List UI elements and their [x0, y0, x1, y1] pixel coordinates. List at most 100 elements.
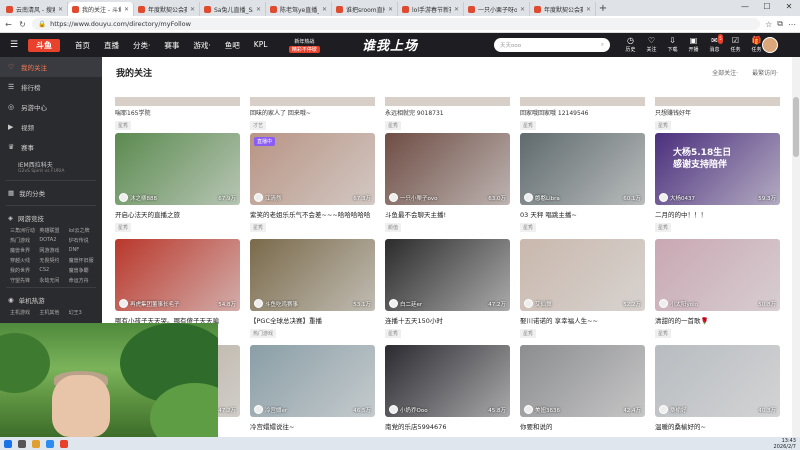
stream-card[interactable]: 回味的家人了 回来哦~ 才艺: [250, 97, 375, 130]
nav-item[interactable]: KPL: [247, 40, 275, 51]
browser-tab[interactable]: 我的关注 - 斗鱼 ✕: [68, 2, 134, 16]
stream-card[interactable]: 直播中 江清然 67.3万 紫笑的老姐乐乐气不会差~~~哈哈哈哈哈 星秀: [250, 133, 375, 239]
stream-thumbnail[interactable]: [655, 97, 780, 106]
category-tag[interactable]: 星秀: [250, 223, 267, 232]
extensions-icon[interactable]: ⧉: [777, 19, 783, 29]
nav-item[interactable]: 鱼吧: [218, 40, 247, 51]
sidebar-item[interactable]: ▶ 视频: [0, 117, 102, 137]
sidebar-section-section2[interactable]: ◈ 网游竞技: [0, 209, 102, 227]
game-category-link[interactable]: 幻王3: [69, 309, 96, 316]
game-category-link[interactable]: 魔兽世界: [10, 247, 37, 254]
game-category-link[interactable]: 主机其他: [39, 309, 66, 316]
url-field[interactable]: 🔒 https://www.douyu.com/directory/myFoll…: [32, 18, 761, 30]
browser-tab[interactable]: 云南清风 - 搜索 ✕: [2, 2, 68, 16]
category-tag[interactable]: 热门游戏: [250, 329, 277, 338]
stream-card[interactable]: 斗鱼吃鸡赛事 53.1万 【PGC全球总决赛】重播 热门游戏: [250, 239, 375, 345]
stream-thumbnail[interactable]: 沐之柳888 67.9万: [115, 133, 240, 205]
category-tag[interactable]: 星秀: [115, 121, 132, 130]
tab-close-icon[interactable]: ✕: [190, 6, 195, 13]
sidebar-section-section3[interactable]: ◉ 单机热游: [0, 291, 102, 309]
game-category-link[interactable]: 穿越火线: [10, 257, 37, 264]
game-category-link[interactable]: lol云之牌: [69, 227, 96, 234]
close-icon[interactable]: ✕: [778, 0, 800, 14]
game-category-link[interactable]: DOTA2: [39, 237, 66, 244]
browser-tab[interactable]: Sa兔儿直播_Sa兔...✕: [200, 2, 266, 16]
stream-card[interactable]: 冷宫嬛er 46.5万 冷宫嬛嬛说往~: [250, 345, 375, 437]
stream-card[interactable]: 只想赚钱好年 星秀: [655, 97, 780, 130]
stream-thumbnail[interactable]: 再虎集团董事长毛子 54.8万: [115, 239, 240, 311]
stream-thumbnail[interactable]: 艾仙舞 52.2万: [520, 239, 645, 311]
search-icon[interactable]: [18, 439, 26, 448]
stream-card[interactable]: 小太阳yolo 50.8万 清甜的的一首歌🌹 星秀: [655, 239, 780, 345]
stream-card[interactable]: 桑榆好 40.3万 温暖的桑榆好的~: [655, 345, 780, 437]
stream-card[interactable]: 美妞3636 42.4万 你要和说的: [520, 345, 645, 437]
category-tag[interactable]: 星秀: [520, 329, 537, 338]
stream-thumbnail[interactable]: 憨憨Libra 60.1万: [520, 133, 645, 205]
tab-close-icon[interactable]: ✕: [58, 6, 63, 13]
game-category-link[interactable]: DNF: [69, 247, 96, 254]
nav-item[interactable]: 首页: [68, 40, 97, 51]
category-tag[interactable]: 星秀: [520, 223, 537, 232]
stream-thumbnail[interactable]: 美妞3636 42.4万: [520, 345, 645, 417]
game-category-link[interactable]: 魔兽争霸: [69, 267, 96, 274]
category-tag[interactable]: 星秀: [520, 121, 537, 130]
category-tag[interactable]: 星秀: [655, 121, 672, 130]
star-icon[interactable]: ☆: [765, 20, 772, 29]
search-input[interactable]: 天天ooo ⌕: [494, 38, 610, 52]
stream-thumbnail[interactable]: 冷宫嬛er 46.5万: [250, 345, 375, 417]
category-tag[interactable]: 星秀: [385, 329, 402, 338]
stream-card[interactable]: 大杨5.18生日 感谢支持陪伴 大杨0437 59.3万 二月的的中！！！ 星秀: [655, 133, 780, 239]
stream-card[interactable]: 憨憨Libra 60.1万 03 天秤 唱跳主播~ 星秀: [520, 133, 645, 239]
game-category-link[interactable]: 炉石传说: [69, 237, 96, 244]
game-category-link[interactable]: 魔兽怀旧服: [69, 257, 96, 264]
filter-all-follow[interactable]: 全部关注·: [712, 68, 738, 77]
minimize-icon[interactable]: —: [734, 0, 756, 14]
folder-icon[interactable]: [32, 439, 40, 448]
sidebar-item[interactable]: ☰ 排行榜: [0, 77, 102, 97]
back-icon[interactable]: ←: [4, 20, 13, 29]
category-tag[interactable]: 才艺: [250, 121, 267, 130]
nav-item[interactable]: 分类·: [126, 40, 157, 51]
start-icon[interactable]: [4, 439, 12, 448]
refresh-icon[interactable]: ↻: [18, 20, 27, 29]
header-download-button[interactable]: ⇩ 下载: [662, 36, 683, 53]
stream-card[interactable]: 喘耶165学院 星秀: [115, 97, 240, 130]
category-tag[interactable]: 星秀: [115, 223, 132, 232]
maximize-icon[interactable]: ☐: [756, 0, 778, 14]
promo-banner-text[interactable]: 谁我上场: [362, 35, 418, 54]
browser-tab[interactable]: 谁把sroom直播_谁...✕: [332, 2, 398, 16]
recent-event[interactable]: IEM西拉科夫 G2vS Spirit vs FURIA: [0, 157, 102, 177]
game-category-link[interactable]: 主机游戏: [10, 309, 37, 316]
stream-thumbnail[interactable]: [520, 97, 645, 106]
browser-icon[interactable]: [46, 439, 54, 448]
scrollbar[interactable]: [792, 57, 800, 437]
game-category-link[interactable]: 我的世界: [10, 267, 37, 274]
stream-thumbnail[interactable]: 大杨5.18生日 感谢支持陪伴 大杨0437 59.3万: [655, 133, 780, 205]
category-tag[interactable]: 颜值: [385, 223, 402, 232]
stream-card[interactable]: 艾仙舞 52.2万 娶川诺诺的 享幸福人生~~ 星秀: [520, 239, 645, 345]
stream-thumbnail[interactable]: 斗鱼吃鸡赛事 53.1万: [250, 239, 375, 311]
browser-tab[interactable]: 一只小栗子呀ovo...✕: [464, 2, 530, 16]
stream-card[interactable]: 回家哦回家哦 12149546 星秀: [520, 97, 645, 130]
header-mail-button[interactable]: ✉ 5 消息: [704, 34, 725, 53]
header-heart-button[interactable]: ♡ 关注: [641, 36, 662, 53]
browser-tab[interactable]: 陈老驾ye直播_陈老...✕: [266, 2, 332, 16]
tab-close-icon[interactable]: ✕: [520, 6, 525, 13]
sidebar-item[interactable]: ♡ 我的关注: [0, 57, 102, 77]
stream-thumbnail[interactable]: [385, 97, 510, 106]
tab-close-icon[interactable]: ✕: [124, 6, 129, 13]
header-history-button[interactable]: ◷ 历史: [620, 36, 641, 53]
browser-tab[interactable]: 年度默契公会赛_斗...✕: [134, 2, 200, 16]
tab-close-icon[interactable]: ✕: [454, 6, 459, 13]
sidebar-item[interactable]: ♛ 赛事: [0, 137, 102, 157]
stream-card[interactable]: 小奶乔Ooo 45.8万 南党的乐店5994676: [385, 345, 510, 437]
stream-card[interactable]: 永远相就完 9018731 星秀: [385, 97, 510, 130]
game-category-link[interactable]: 热门游戏: [10, 237, 37, 244]
header-camera-button[interactable]: ▣ 开播: [683, 36, 704, 53]
hot-event-banner[interactable]: 新年热战 精彩不停歇: [280, 36, 328, 54]
game-category-link[interactable]: 网游游戏: [39, 247, 66, 254]
menu-dots-icon[interactable]: ⋯: [788, 20, 796, 29]
game-category-link[interactable]: 英雄联盟: [39, 227, 66, 234]
browser-tab[interactable]: lol手游春节新赛事_您...✕: [398, 2, 464, 16]
game-category-link[interactable]: CS2: [39, 267, 66, 274]
